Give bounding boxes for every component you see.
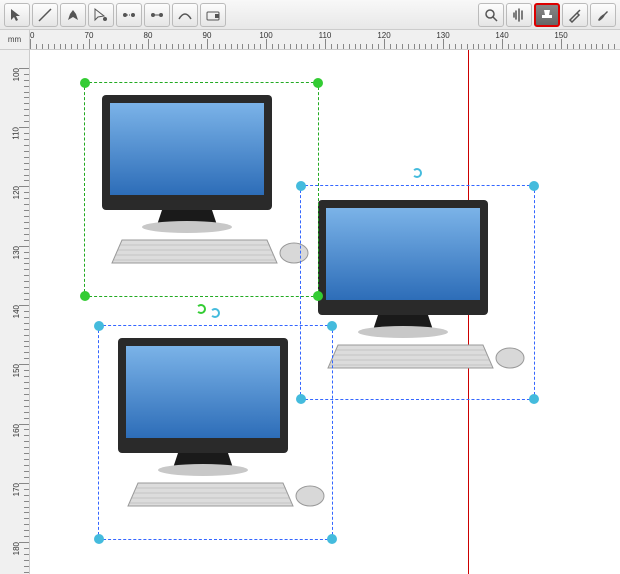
ruler-horizontal[interactable]: 60 70 80 90 100 110 120 130 140 150 [30, 30, 620, 50]
ruler-h-label: 120 [377, 31, 390, 40]
selection-handle[interactable] [529, 394, 539, 404]
ruler-vertical[interactable]: 100 110 120 130 140 150 160 170 180 [0, 50, 30, 574]
ruler-v-label: 120 [12, 186, 21, 199]
eyedropper-tool-icon[interactable] [562, 3, 588, 27]
ruler-v-label: 160 [12, 424, 21, 437]
rotation-handle[interactable] [412, 168, 422, 178]
convert-curve-icon[interactable] [172, 3, 198, 27]
selection-handle[interactable] [327, 534, 337, 544]
ruler-h-label: 90 [203, 31, 212, 40]
brush-tool-icon[interactable] [590, 3, 616, 27]
ruler-v-label: 140 [12, 305, 21, 318]
ruler-h-label: 70 [85, 31, 94, 40]
stamp-tool-icon[interactable] [534, 3, 560, 27]
ruler-h-label: 150 [554, 31, 567, 40]
pen-tool-icon[interactable] [60, 3, 86, 27]
toolbar-right-group [478, 3, 616, 27]
selection-handle[interactable] [80, 291, 90, 301]
pan-tool-icon[interactable] [506, 3, 532, 27]
selection-handle[interactable] [94, 321, 104, 331]
ruler-v-label: 170 [12, 483, 21, 496]
rotation-handle[interactable] [196, 304, 206, 314]
selection-handle[interactable] [529, 181, 539, 191]
select-tool-icon[interactable] [4, 3, 30, 27]
computer-object[interactable] [308, 200, 528, 380]
rotation-handle[interactable] [210, 308, 220, 318]
node-tool-icon[interactable] [88, 3, 114, 27]
ruler-h-label: 60 [30, 31, 34, 40]
ruler-v-label: 100 [12, 68, 21, 81]
ruler-h-label: 110 [319, 31, 332, 40]
ruler-unit-label: mm [0, 30, 30, 50]
ruler-v-label: 150 [12, 364, 21, 377]
ruler-h-label: 140 [495, 31, 508, 40]
break-node-icon[interactable] [116, 3, 142, 27]
canvas[interactable] [30, 50, 620, 574]
ruler-v-label: 110 [12, 127, 21, 140]
ruler-h-label: 130 [436, 31, 449, 40]
computer-object[interactable] [108, 338, 328, 518]
computer-object[interactable] [92, 95, 312, 275]
ruler-h-label: 80 [144, 31, 153, 40]
line-tool-icon[interactable] [32, 3, 58, 27]
toolbar-left-group [4, 3, 226, 27]
toolbar [0, 0, 620, 30]
join-node-icon[interactable] [144, 3, 170, 27]
ruler-v-label: 180 [12, 542, 21, 555]
wallet-tool-icon[interactable] [200, 3, 226, 27]
zoom-tool-icon[interactable] [478, 3, 504, 27]
ruler-h-label: 100 [259, 31, 272, 40]
selection-handle[interactable] [94, 534, 104, 544]
selection-handle[interactable] [80, 78, 90, 88]
ruler-v-label: 130 [12, 246, 21, 259]
selection-handle[interactable] [313, 78, 323, 88]
